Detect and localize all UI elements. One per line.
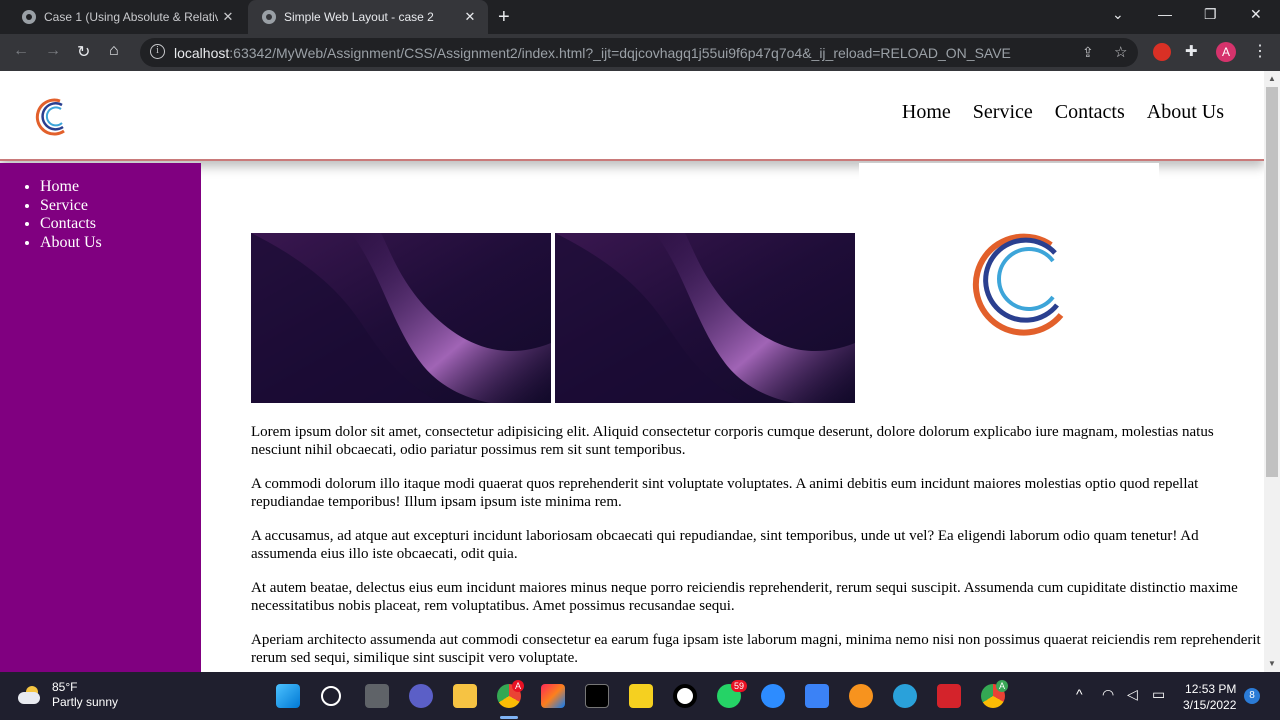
- side-nav-contacts[interactable]: Contacts: [40, 215, 201, 234]
- extensions-puzzle-icon[interactable]: ✚: [1185, 42, 1203, 60]
- header-overlay-box: [859, 163, 1159, 183]
- zoom-icon[interactable]: [761, 684, 785, 708]
- new-tab-button[interactable]: +: [498, 6, 510, 28]
- system-clock[interactable]: 12:53 PM 3/15/2022: [1183, 681, 1236, 713]
- clock-time: 12:53 PM: [1185, 682, 1237, 696]
- globe-icon: [22, 10, 36, 24]
- side-nav-service[interactable]: Service: [40, 197, 201, 216]
- teams-chat-icon[interactable]: [409, 684, 433, 708]
- partly-sunny-icon: [18, 686, 42, 704]
- home-icon[interactable]: ⌂: [109, 42, 119, 60]
- tab-search-chevron-icon[interactable]: ⌄: [1112, 6, 1124, 23]
- url-text[interactable]: localhost:63342/MyWeb/Assignment/CSS/Ass…: [174, 45, 1011, 61]
- terminal-icon[interactable]: [585, 684, 609, 708]
- windows-taskbar: 85°F Partly sunny A 59 A ^ ◠ ◁ ▭ 12:53 P…: [0, 672, 1280, 720]
- site-header: Home Service Contacts About Us: [0, 71, 1264, 161]
- weather-desc: Partly sunny: [52, 695, 119, 709]
- address-bar[interactable]: i localhost:63342/MyWeb/Assignment/CSS/A…: [140, 38, 1138, 67]
- paragraph: Aperiam architecto assumenda aut commodi…: [251, 632, 1261, 666]
- chrome-profile-badge: A: [996, 680, 1009, 692]
- intellij-icon[interactable]: [541, 684, 565, 708]
- minimize-icon[interactable]: —: [1158, 6, 1172, 22]
- paragraph: At autem beatae, delectus eius eum incid…: [251, 580, 1238, 614]
- side-nav-about-us[interactable]: About Us: [40, 234, 201, 253]
- back-icon[interactable]: ←: [13, 42, 29, 60]
- sidebar: Home Service Contacts About Us: [0, 163, 201, 672]
- share-icon[interactable]: ⇪: [1082, 44, 1094, 61]
- search-icon[interactable]: [321, 686, 341, 706]
- scrollbar-thumb[interactable]: [1266, 87, 1278, 477]
- tab-title: Case 1 (Using Absolute & Relative Positi…: [44, 10, 218, 24]
- bookmark-star-icon[interactable]: ☆: [1114, 43, 1127, 61]
- web-page: Home Service Contacts About Us Home Serv…: [0, 71, 1264, 672]
- volume-icon[interactable]: ◁: [1127, 686, 1138, 703]
- forward-icon[interactable]: →: [45, 42, 61, 60]
- whatsapp-badge: 59: [731, 680, 748, 692]
- paragraph: Lorem ipsum dolor sit amet, consectetur …: [251, 424, 1214, 458]
- clock-date: 3/15/2022: [1183, 698, 1237, 712]
- acrobat-icon[interactable]: [937, 684, 961, 708]
- tab-case-1[interactable]: Case 1 (Using Absolute & Relative Positi…: [8, 0, 246, 34]
- notepad-icon[interactable]: [805, 684, 829, 708]
- profile-avatar[interactable]: A: [1216, 42, 1236, 62]
- site-logo-icon[interactable]: [30, 95, 70, 139]
- side-nav: Home Service Contacts About Us: [40, 178, 201, 252]
- notification-badge[interactable]: 8: [1244, 688, 1260, 704]
- page-scrollbar[interactable]: ▲ ▼: [1264, 71, 1280, 672]
- restore-icon[interactable]: ❐: [1204, 6, 1217, 23]
- site-logo-large-icon: [972, 233, 1064, 336]
- telegram-icon[interactable]: [893, 684, 917, 708]
- purple-abstract-image: [251, 233, 551, 403]
- start-windows-icon[interactable]: [276, 684, 300, 708]
- side-nav-home[interactable]: Home: [40, 178, 201, 197]
- reload-icon[interactable]: ↻: [77, 42, 90, 62]
- weather-widget[interactable]: 85°F Partly sunny: [18, 680, 118, 710]
- top-nav-home[interactable]: Home: [902, 101, 951, 124]
- battery-icon[interactable]: ▭: [1152, 686, 1165, 703]
- file-explorer-icon[interactable]: [453, 684, 477, 708]
- weather-temp: 85°F: [52, 680, 78, 694]
- top-nav-contacts[interactable]: Contacts: [1055, 101, 1125, 124]
- paragraph: A commodi dolorum illo itaque modi quaer…: [251, 476, 1199, 510]
- task-view-icon[interactable]: [365, 684, 389, 708]
- browser-tab-strip: Case 1 (Using Absolute & Relative Positi…: [0, 0, 1280, 34]
- close-icon[interactable]: ✕: [460, 9, 480, 25]
- window-close-icon[interactable]: ✕: [1250, 6, 1262, 23]
- sublime-icon[interactable]: [849, 684, 873, 708]
- scroll-up-icon[interactable]: ▲: [1268, 74, 1276, 83]
- paragraph: A accusamus, ad atque aut excepturi inci…: [251, 528, 1199, 562]
- content-text: Lorem ipsum dolor sit amet, consectetur …: [251, 423, 1264, 672]
- active-app-indicator: [500, 716, 518, 719]
- purple-abstract-image: [555, 233, 855, 403]
- chevron-up-icon[interactable]: ^: [1076, 686, 1083, 702]
- tab-simple-web-layout[interactable]: Simple Web Layout - case 2 ✕: [248, 0, 488, 34]
- tab-title: Simple Web Layout - case 2: [284, 10, 434, 24]
- top-nav-about-us[interactable]: About Us: [1147, 101, 1224, 124]
- top-nav: Home Service Contacts About Us: [902, 101, 1224, 124]
- close-icon[interactable]: ✕: [218, 9, 238, 25]
- wifi-icon[interactable]: ◠: [1102, 686, 1114, 703]
- extension-icon[interactable]: [1153, 43, 1171, 61]
- top-nav-service[interactable]: Service: [973, 101, 1033, 124]
- media-player-icon[interactable]: [629, 684, 653, 708]
- site-info-icon[interactable]: i: [150, 44, 165, 59]
- browser-toolbar: ← → ↻ ⌂ i localhost:63342/MyWeb/Assignme…: [0, 34, 1280, 71]
- menu-dots-icon[interactable]: ⋮: [1252, 41, 1268, 61]
- record-icon[interactable]: [673, 684, 697, 708]
- globe-icon: [262, 10, 276, 24]
- scroll-down-icon[interactable]: ▼: [1268, 659, 1276, 668]
- chrome-badge: A: [512, 680, 525, 692]
